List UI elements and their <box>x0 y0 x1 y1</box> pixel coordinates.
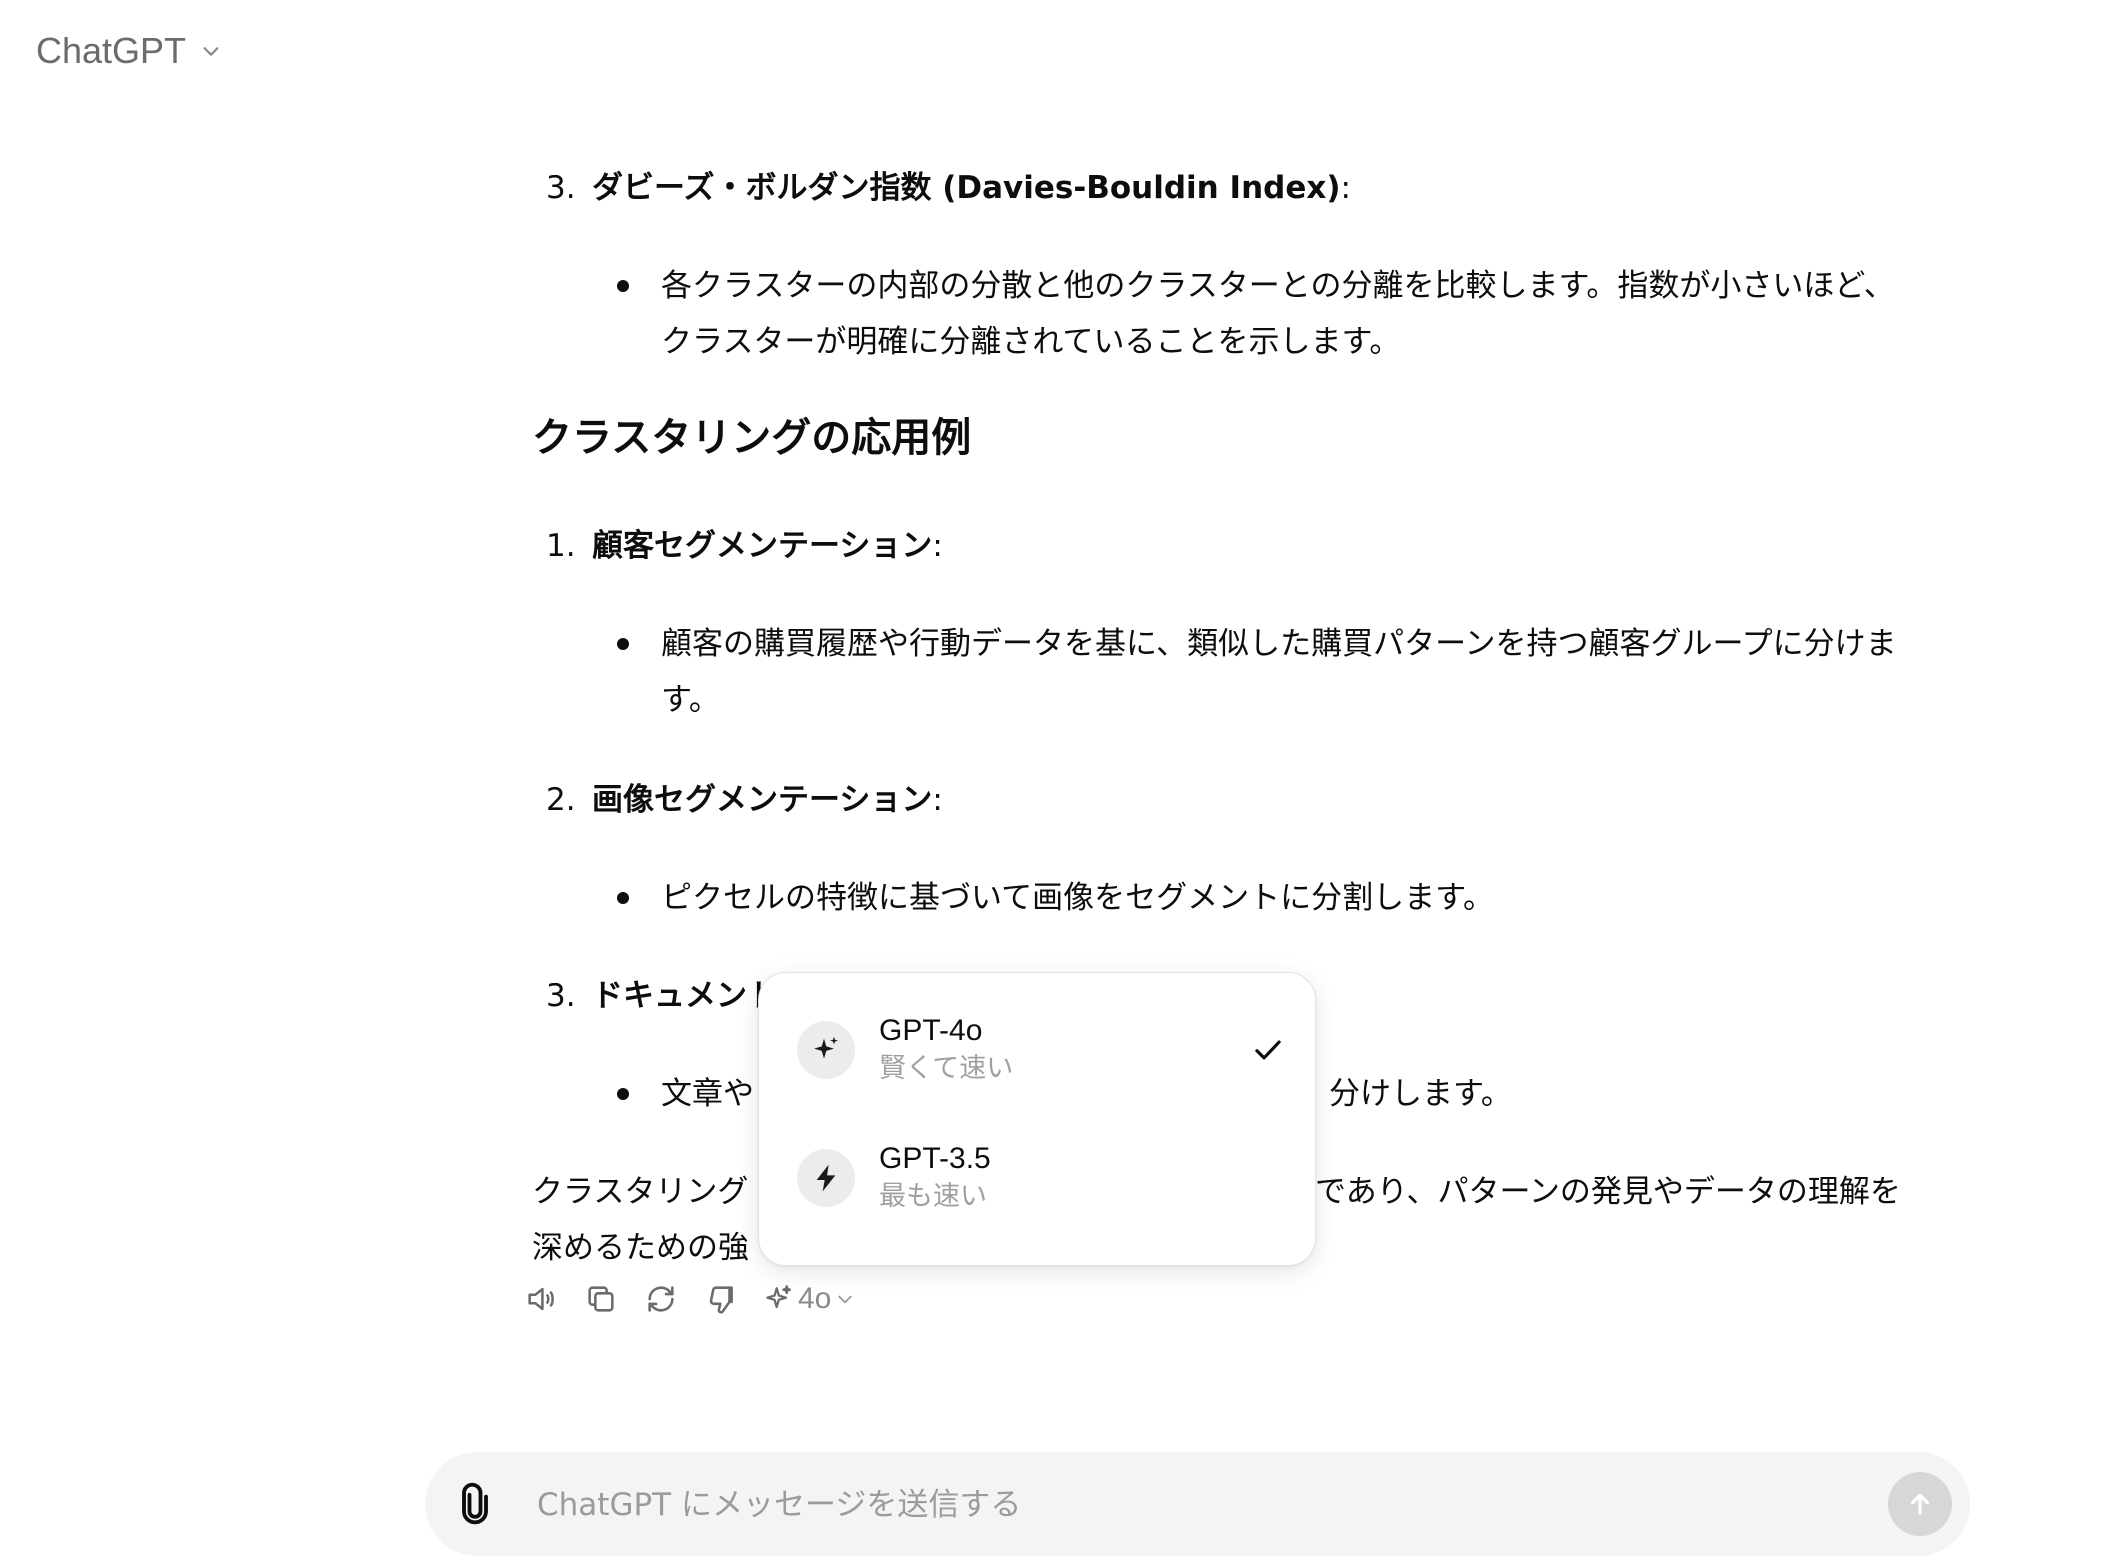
model-name: GPT-3.5 <box>879 1142 991 1175</box>
paperclip-icon[interactable] <box>453 1482 497 1526</box>
bullet-dot <box>617 892 629 904</box>
bullet-line: クラスターが明確に分離されていることを示します。 <box>661 324 1401 360</box>
bullet-text: 各クラスターの内部の分散と他のクラスターとの分離を比較します。指数が小さいほど、… <box>661 258 1951 370</box>
model-switch-label: 4o <box>798 1282 832 1315</box>
message-input[interactable] <box>535 1476 1839 1534</box>
section-heading: クラスタリングの応用例 <box>532 415 972 461</box>
model-option-gpt-3-5[interactable]: GPT-3.5 最も速い <box>797 1133 1287 1223</box>
arrow-up-icon <box>1910 1493 1930 1515</box>
chevron-down-icon <box>203 47 219 56</box>
send-button[interactable] <box>1888 1472 1952 1536</box>
list-item-image-segmentation: 2. 画像セグメンテーション: <box>546 772 943 828</box>
model-description: 最も速い <box>879 1181 987 1212</box>
bullet-line: す。 <box>661 682 720 718</box>
bullet-item: 各クラスターの内部の分散と他のクラスターとの分離を比較します。指数が小さいほど、… <box>617 258 1951 370</box>
bullet-item: ピクセルの特徴に基づいて画像をセグメントに分割します。 <box>617 870 1951 926</box>
model-option-text: GPT-4o 賢くて速い <box>879 1012 1013 1088</box>
list-item-davies-bouldin: 3. ダビーズ・ボルダン指数 (Davies-Bouldin Index): <box>546 160 1351 216</box>
list-colon: : <box>932 782 943 818</box>
list-number: 1. <box>546 528 576 564</box>
bullet-line: 顧客の購買履歴や行動データを基に、類似した購買パターンを持つ顧客グループに分けま <box>661 626 1897 662</box>
list-item-customer-segmentation: 1. 顧客セグメンテーション: <box>546 518 943 574</box>
conclusion-start: クラスタリング <box>532 1174 749 1210</box>
bullet-text: ピクセルの特徴に基づいて画像をセグメントに分割します。 <box>661 880 1494 916</box>
lightning-icon <box>797 1149 855 1207</box>
list-number: 3. <box>546 170 576 206</box>
app-title: ChatGPT <box>36 30 187 71</box>
bullet-text: 顧客の購買履歴や行動データを基に、類似した購買パターンを持つ顧客グループに分けま… <box>661 616 1951 728</box>
conclusion-end: 能であり、パターンの発見やデータの理解を <box>1284 1174 1901 1210</box>
bullet-dot <box>617 638 629 650</box>
model-option-text: GPT-3.5 最も速い <box>879 1140 991 1216</box>
checkmark-icon <box>1255 1040 1281 1060</box>
sparkle-icon <box>766 1285 792 1309</box>
bullet-text-end: 分けします。 <box>1329 1076 1512 1112</box>
chevron-down-icon <box>838 1295 853 1304</box>
bullet-dot <box>617 280 629 292</box>
model-selector-header[interactable]: ChatGPT <box>36 30 222 72</box>
model-option-gpt-4o[interactable]: GPT-4o 賢くて速い <box>797 1005 1287 1095</box>
bullet-item: 顧客の購買履歴や行動データを基に、類似した購買パターンを持つ顧客グループに分けま… <box>617 616 1951 728</box>
model-menu: GPT-4o 賢くて速い GPT-3.5 最も速い <box>758 972 1316 1266</box>
list-title: 顧客セグメンテーション <box>592 528 933 564</box>
regenerate-icon[interactable] <box>642 1280 680 1318</box>
bullet-text-start: 文章や <box>661 1076 754 1112</box>
message-composer <box>425 1452 1970 1556</box>
sparkle-icon <box>797 1021 855 1079</box>
thumbs-down-icon[interactable] <box>702 1280 740 1318</box>
bullet-line: 各クラスターの内部の分散と他のクラスターとの分離を比較します。指数が小さいほど、 <box>661 268 1895 304</box>
list-colon: : <box>932 528 943 564</box>
message-actions: 4o <box>522 1280 855 1318</box>
list-number: 3. <box>546 978 576 1014</box>
speaker-icon[interactable] <box>522 1280 560 1318</box>
bullet-dot <box>617 1088 629 1100</box>
list-title: ダビーズ・ボルダン指数 (Davies-Bouldin Index) <box>592 170 1341 206</box>
list-number: 2. <box>546 782 576 818</box>
list-colon: : <box>1340 170 1351 206</box>
copy-icon[interactable] <box>582 1280 620 1318</box>
model-name: GPT-4o <box>879 1014 983 1047</box>
model-switch-button[interactable]: 4o <box>762 1282 855 1316</box>
list-title: 画像セグメンテーション <box>592 782 933 818</box>
model-description: 賢くて速い <box>879 1053 1014 1084</box>
